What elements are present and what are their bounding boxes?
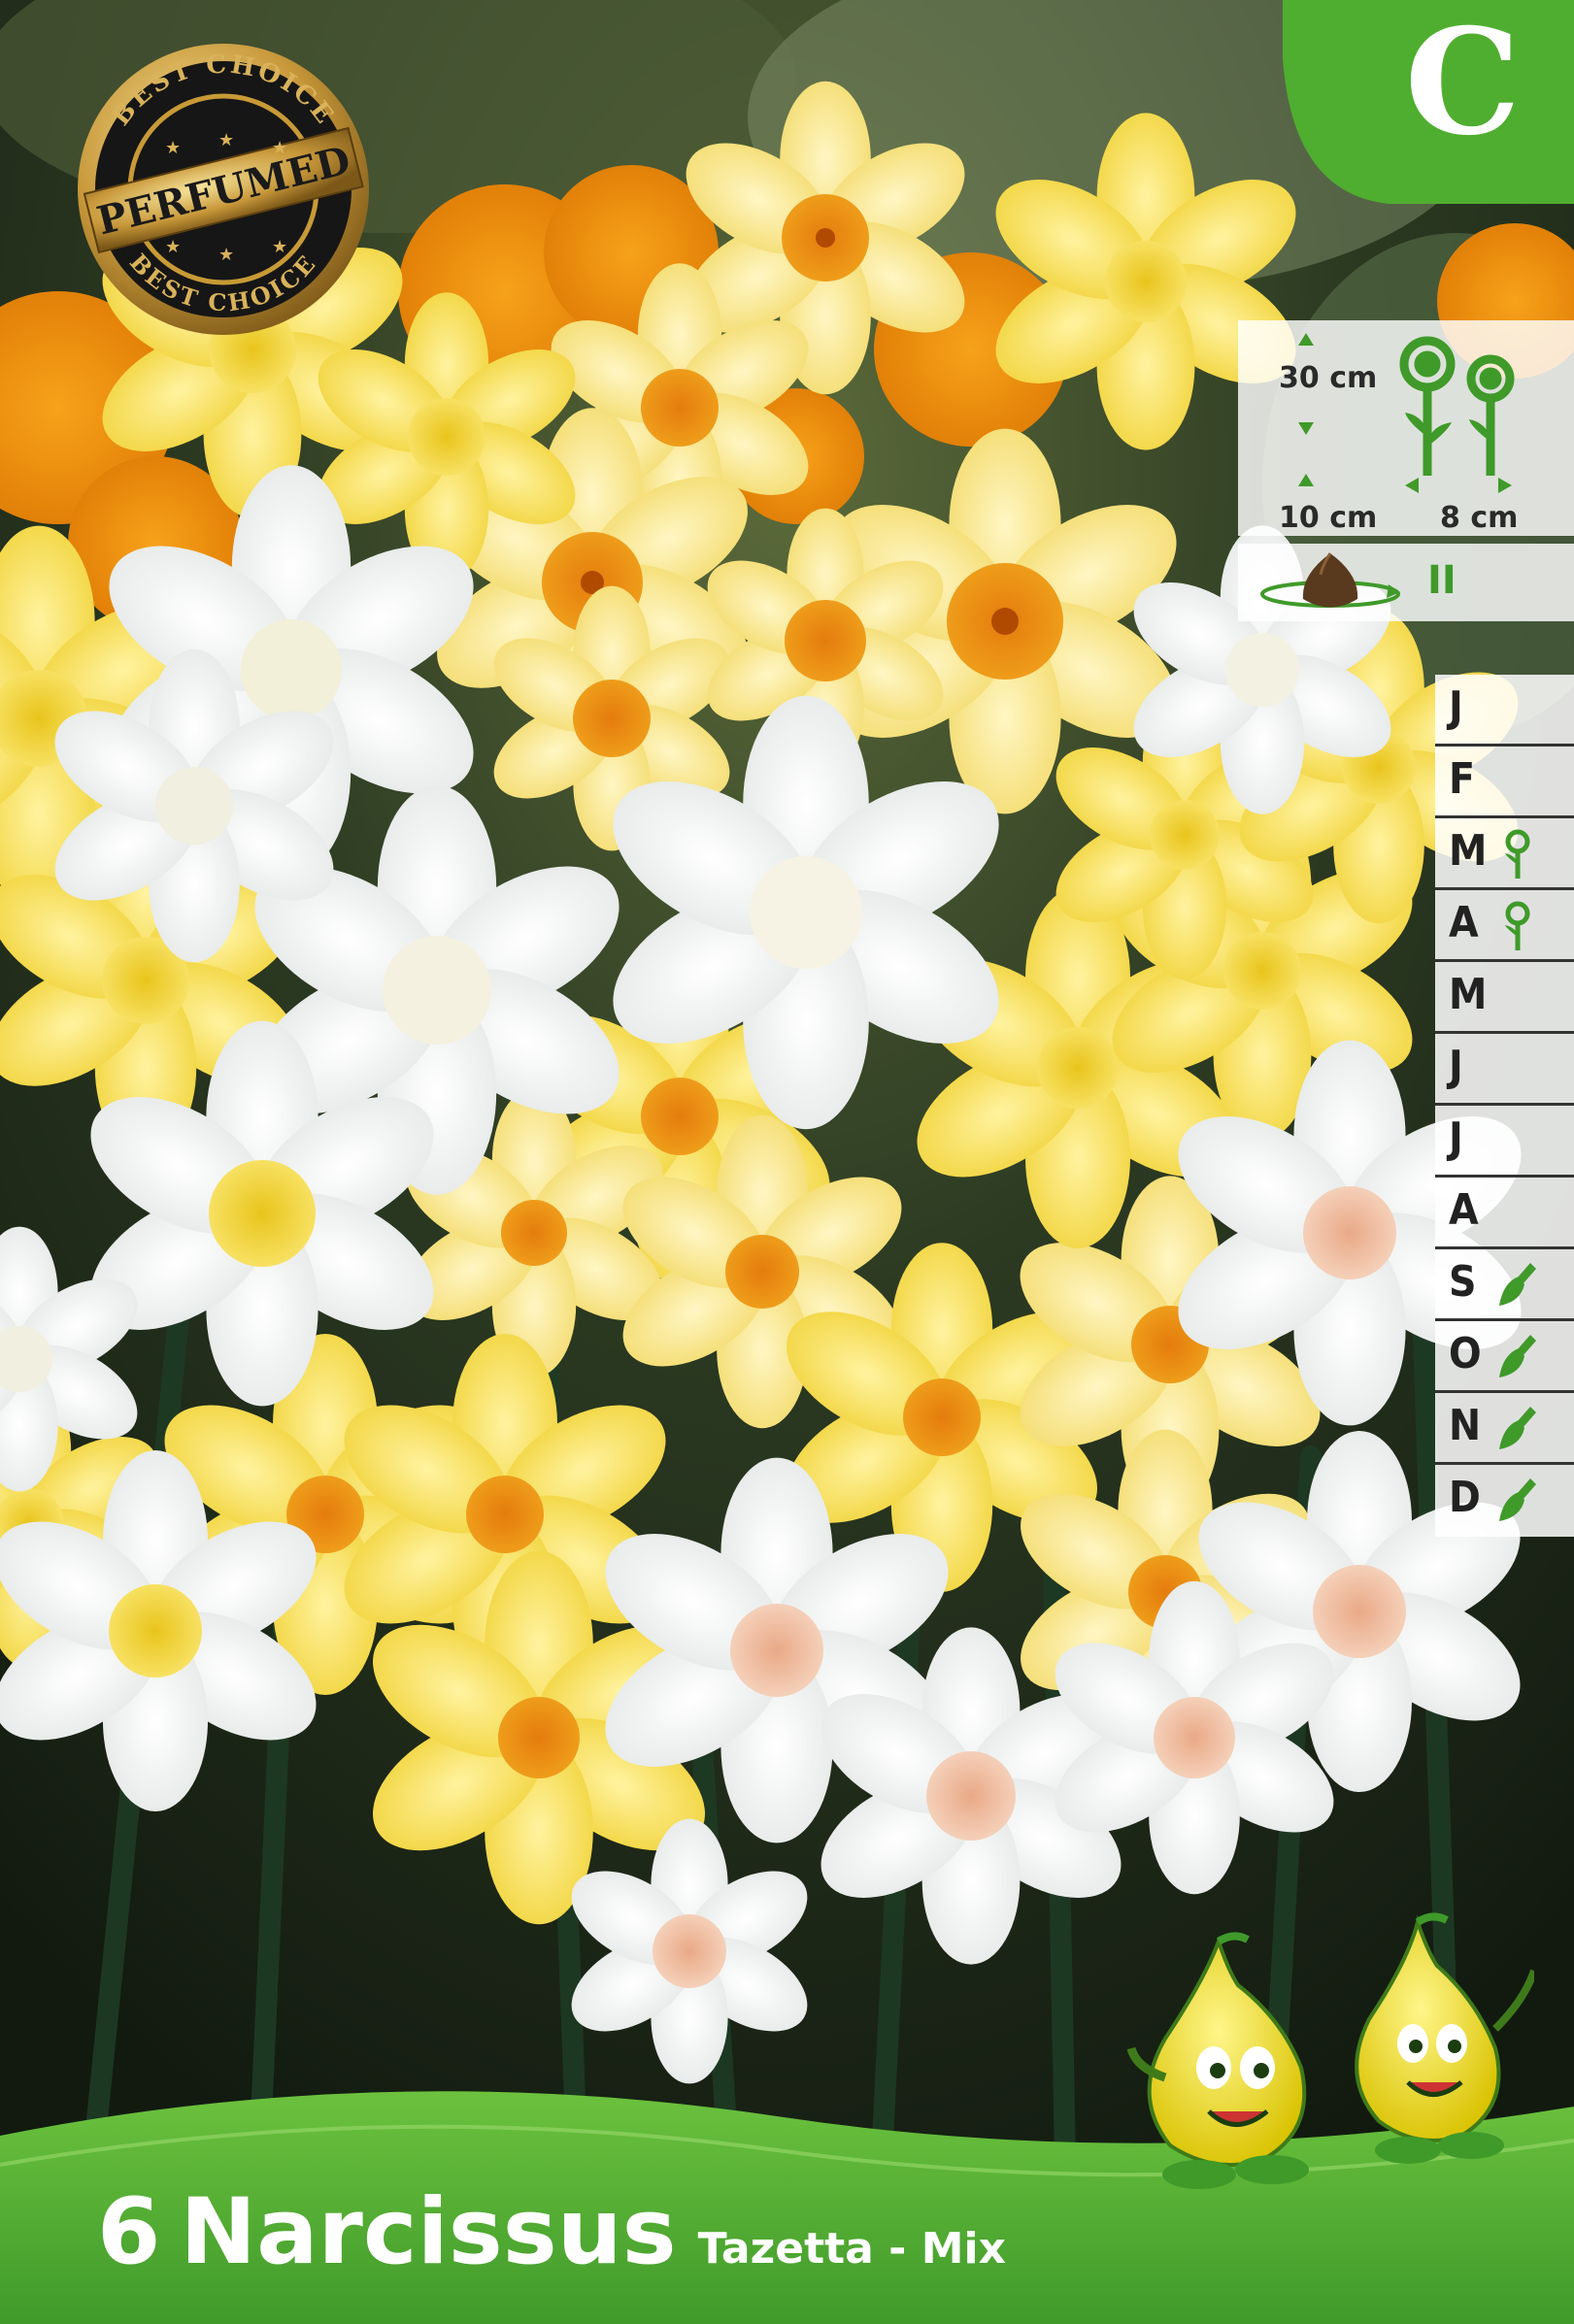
month-letter: A xyxy=(1449,1185,1479,1235)
trowel-icon xyxy=(1499,1263,1536,1306)
trowel-icon xyxy=(1499,1335,1536,1378)
month-letter: O xyxy=(1449,1329,1482,1378)
trowel-icon xyxy=(1499,1478,1536,1521)
calendar-month: O xyxy=(1435,1321,1574,1393)
svg-text:★: ★ xyxy=(272,138,287,158)
flower-height-icon xyxy=(1399,336,1515,493)
month-letter: M xyxy=(1449,826,1488,876)
perennial-mark: II xyxy=(1427,558,1457,603)
month-letter: F xyxy=(1449,754,1476,804)
planting-info-panel: 30 cm 10 cm 8 cm II xyxy=(1238,320,1574,621)
bulb-count: 6 xyxy=(97,2179,161,2285)
flowering-planting-calendar: J F M A M J J A S O N D xyxy=(1435,675,1574,1537)
svg-text:★: ★ xyxy=(165,237,181,257)
calendar-month: J xyxy=(1435,1106,1574,1178)
flower-icon xyxy=(1505,829,1530,879)
calendar-month: J xyxy=(1435,675,1574,747)
month-letter: N xyxy=(1449,1401,1482,1450)
calendar-month: A xyxy=(1435,890,1574,962)
bulb-mascots-icon xyxy=(1126,1912,1534,2189)
trowel-icon xyxy=(1499,1407,1536,1449)
calendar-month: D xyxy=(1435,1465,1574,1537)
plant-spacing-label: 8 cm xyxy=(1440,501,1519,535)
plant-height-label: 30 cm xyxy=(1279,361,1378,395)
class-letter: C xyxy=(1404,0,1521,168)
planting-depth-label: 10 cm xyxy=(1279,501,1378,535)
month-letter: J xyxy=(1449,682,1463,732)
calendar-month: N xyxy=(1435,1393,1574,1465)
svg-text:★: ★ xyxy=(218,245,234,265)
perfumed-seal-badge: BEST CHOICE BEST CHOICE PERFUMED ★ ★ ★ ★ ★ ★ xyxy=(78,44,369,335)
product-title: 6 Narcissus Tazetta - Mix xyxy=(97,2179,1006,2285)
calendar-month: F xyxy=(1435,747,1574,818)
product-name: Narcissus xyxy=(180,2179,677,2285)
month-letter: S xyxy=(1449,1257,1477,1307)
flower-icon xyxy=(1505,901,1530,950)
calendar-month: M xyxy=(1435,962,1574,1034)
product-variety: Tazetta - Mix xyxy=(697,2224,1006,2274)
class-corner: C xyxy=(1283,0,1574,204)
month-letter: J xyxy=(1449,1113,1463,1163)
month-letter: J xyxy=(1449,1042,1463,1091)
bulb-rotation-icon xyxy=(1260,552,1400,608)
month-letter: A xyxy=(1449,898,1479,947)
month-letter: M xyxy=(1449,970,1488,1019)
month-letter: D xyxy=(1449,1473,1481,1522)
height-arrows-icon xyxy=(1298,333,1314,486)
calendar-month: M xyxy=(1435,818,1574,890)
calendar-month: S xyxy=(1435,1249,1574,1321)
calendar-month: J xyxy=(1435,1034,1574,1106)
calendar-month: A xyxy=(1435,1178,1574,1249)
svg-text:★: ★ xyxy=(218,130,234,150)
svg-text:★: ★ xyxy=(165,138,181,158)
svg-text:★: ★ xyxy=(272,237,287,257)
